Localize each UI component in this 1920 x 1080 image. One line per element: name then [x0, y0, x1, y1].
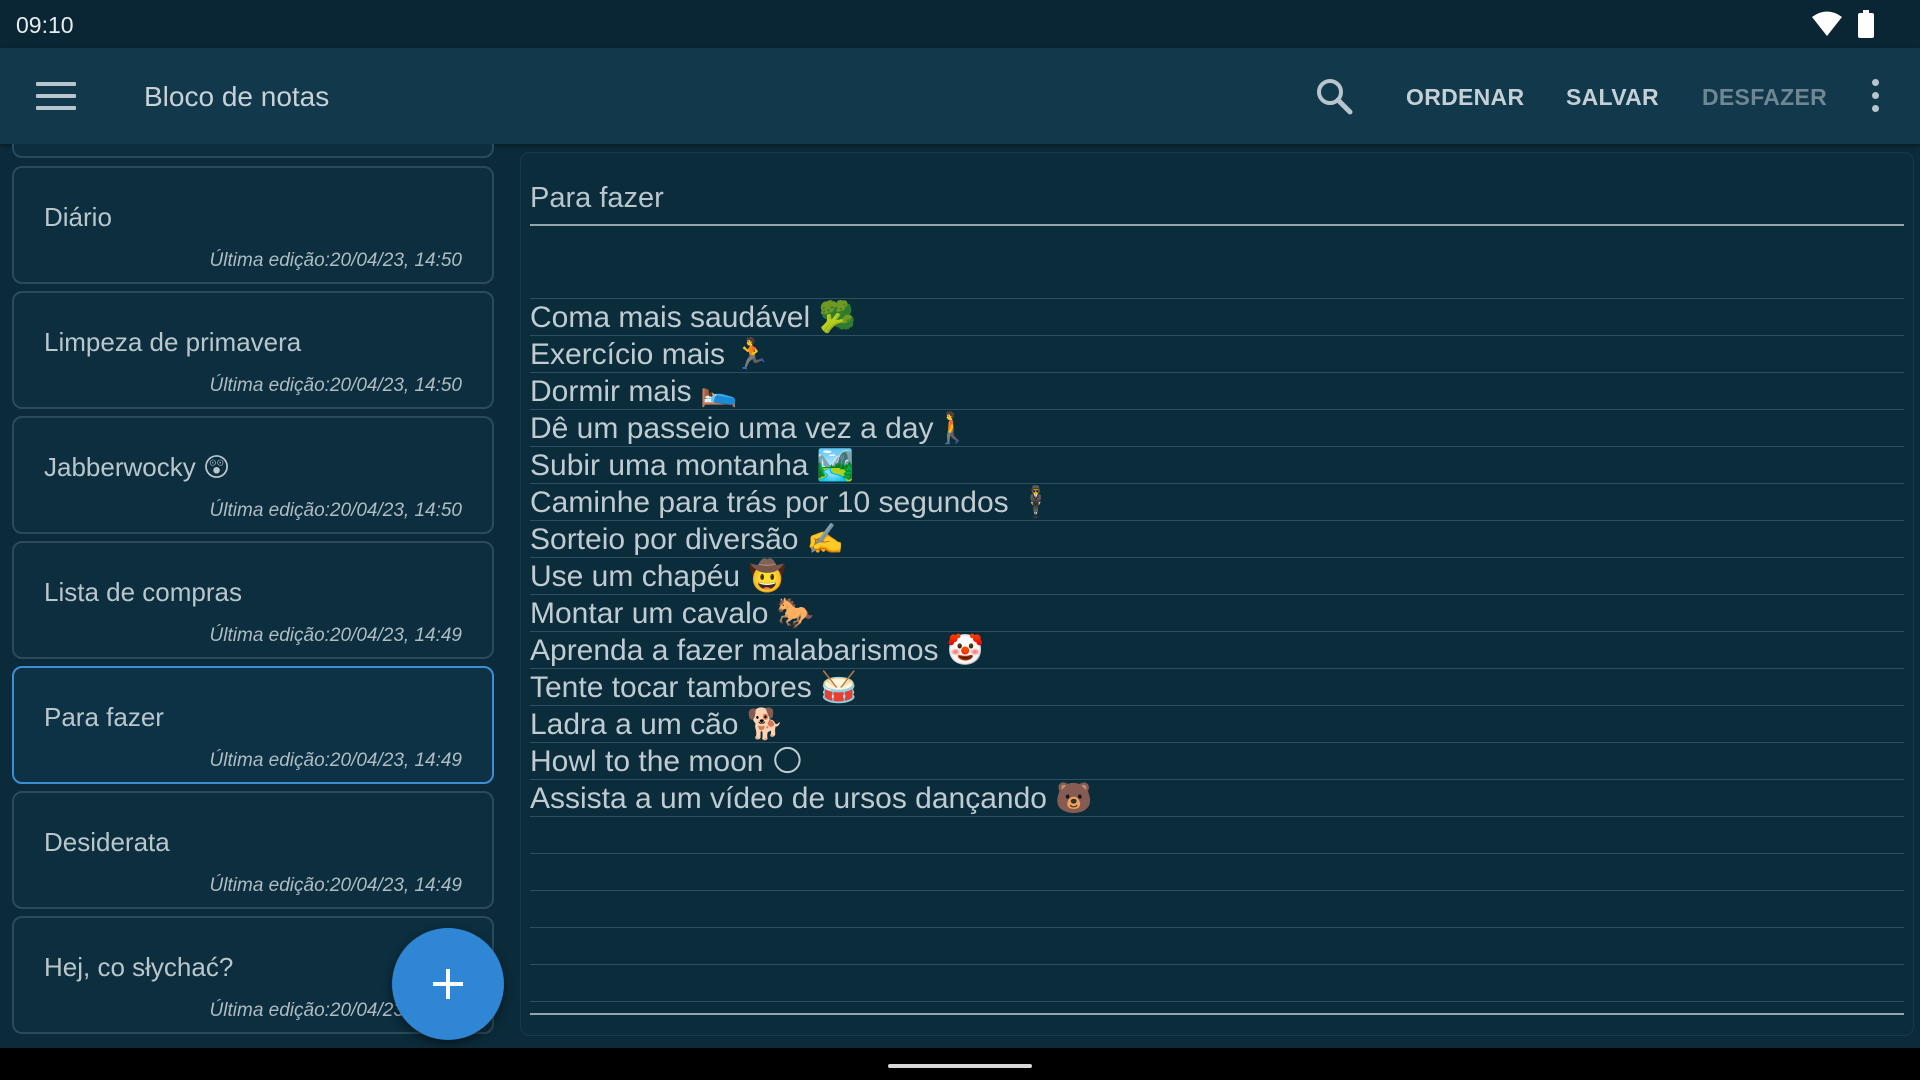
note-card-partial[interactable] [12, 144, 494, 158]
menu-icon[interactable] [36, 82, 76, 112]
note-card[interactable]: Limpeza de primavera Última edição:20/04… [12, 291, 494, 409]
save-button[interactable]: SALVAR [1566, 84, 1659, 111]
note-title: Lista de compras [44, 577, 242, 607]
editor-line: Ladra a um cão 🐕 [530, 708, 785, 741]
note-title: Hej, co słychać? [44, 952, 234, 982]
navigation-bar [0, 1048, 1920, 1080]
note-title: Desiderata [44, 827, 170, 857]
search-icon[interactable] [1314, 76, 1354, 116]
editor-line: Subir uma montanha 🏞️ [530, 449, 855, 482]
note-date: Última edição:20/04/23, 14:50 [209, 500, 462, 521]
note-date: Última edição:20/04/23, 14:49 [209, 875, 462, 896]
editor-line: Coma mais saudável 🥦 [530, 301, 856, 334]
editor-line: Sorteio por diversão ✍️ [530, 523, 845, 556]
note-date: Última edição:20/04/23, 14:50 [209, 375, 462, 396]
note-date: Última edição:20/04/23, 14:50 [209, 250, 462, 271]
note-body-field[interactable]: Coma mais saudável 🥦 Exercício mais 🏃 Do… [530, 262, 1904, 1016]
editor-line: Dê um passeio uma vez a day🚶 [530, 412, 971, 445]
note-card[interactable]: Diário Última edição:20/04/23, 14:50 [12, 166, 494, 284]
note-title: Para fazer [44, 702, 164, 732]
editor-line: Dormir mais 🛌 [530, 375, 738, 408]
editor-line: Assista a um vídeo de ursos dançando 🐻 [530, 782, 1093, 815]
note-title-field[interactable]: Para fazer [530, 180, 1904, 226]
undo-button[interactable]: DESFAZER [1702, 84, 1827, 111]
note-title: Limpeza de primavera [44, 327, 302, 357]
app-title: Bloco de notas [144, 81, 330, 112]
note-list[interactable]: Diário Última edição:20/04/23, 14:50 Lim… [0, 144, 508, 1048]
note-title-text: Para fazer [530, 182, 664, 214]
home-handle[interactable] [888, 1064, 1032, 1068]
editor-bottom-rule [530, 1013, 1904, 1015]
wifi-icon [1812, 11, 1842, 36]
editor-line: Howl to the moon 🌕 [530, 745, 804, 778]
editor-line: Tente tocar tambores 🥁 [530, 671, 858, 704]
status-time: 09:10 [16, 12, 74, 38]
add-icon [433, 969, 463, 999]
note-card[interactable]: Desiderata Última edição:20/04/23, 14:49 [12, 791, 494, 909]
note-card-selected[interactable]: Para fazer Última edição:20/04/23, 14:49 [12, 666, 494, 784]
add-note-button[interactable] [392, 928, 504, 1040]
note-title: Jabberwocky 😲 [44, 452, 231, 482]
note-title: Diário [44, 202, 112, 232]
editor-line: Exercício mais 🏃 [530, 338, 771, 371]
status-icons [1812, 10, 1874, 38]
editor-line: Montar um cavalo 🐎 [530, 597, 815, 630]
editor-line: Caminhe para trás por 10 segundos 🕴 [530, 486, 1055, 519]
app-bar: Bloco de notas ORDENAR SALVAR DESFAZER [0, 48, 1920, 144]
note-card[interactable]: Lista de compras Última edição:20/04/23,… [12, 541, 494, 659]
note-card[interactable]: Jabberwocky 😲 Última edição:20/04/23, 14… [12, 416, 494, 534]
battery-icon [1858, 10, 1874, 38]
more-vert-icon[interactable] [1868, 79, 1882, 115]
note-date: Última edição:20/04/23, 14:49 [209, 750, 462, 771]
editor-line: Use um chapéu 🤠 [530, 560, 786, 593]
editor-line: Aprenda a fazer malabarismos 🤡 [530, 634, 985, 667]
note-date: Última edição:20/04/23, 14:49 [209, 625, 462, 646]
status-bar: 09:10 [0, 0, 1920, 48]
sort-button[interactable]: ORDENAR [1406, 84, 1524, 111]
